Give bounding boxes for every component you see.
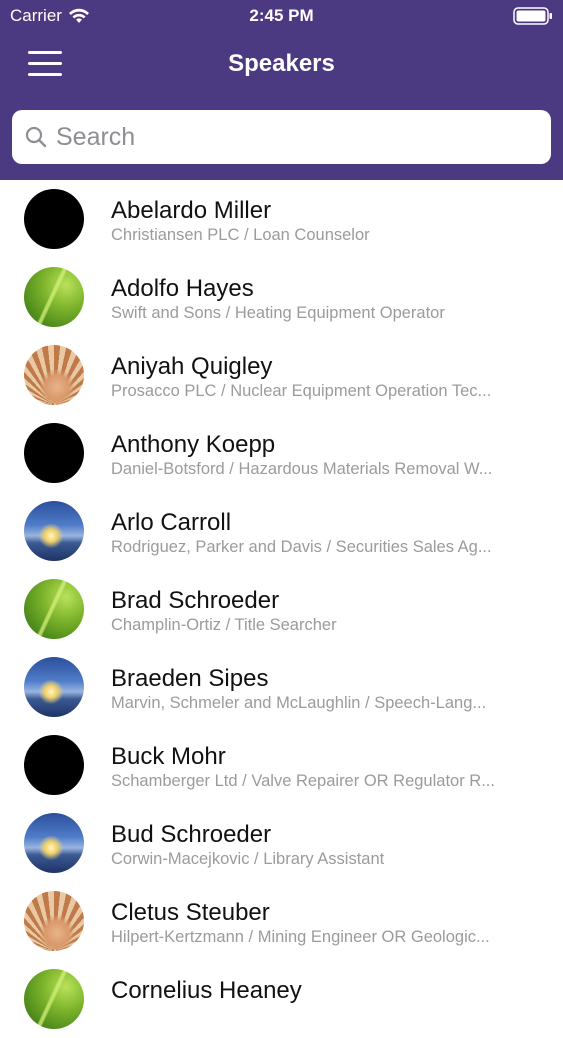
search-bar[interactable] [12,110,551,164]
speaker-company-title: Hilpert-Kertzmann / Mining Engineer OR G… [111,928,490,946]
avatar [24,891,84,951]
speaker-company-title: Daniel-Botsford / Hazardous Materials Re… [111,460,493,478]
speaker-company-title: Swift and Sons / Heating Equipment Opera… [111,304,445,322]
speaker-row[interactable]: Arlo Carroll Rodriguez, Parker and Davis … [0,492,563,570]
speaker-name: Bud Schroeder [111,821,272,848]
speaker-company-title: Champlin-Ortiz / Title Searcher [111,616,337,634]
speaker-list: Abelardo Miller Christiansen PLC / Loan C… [0,180,563,1038]
speaker-name: Braeden Sipes [111,665,269,692]
avatar [24,501,84,561]
speaker-name: Anthony Koepp [111,431,276,458]
avatar [24,657,84,717]
speaker-row[interactable]: Adolfo Hayes Swift and Sons / Heating Equ… [0,258,563,336]
speaker-row[interactable]: Bud Schroeder Corwin-Macejkovic / Library… [0,804,563,882]
speaker-name: Arlo Carroll [111,509,232,536]
speaker-company-title: Schamberger Ltd / Valve Repairer OR Regu… [111,772,495,790]
avatar [24,267,84,327]
speaker-row[interactable]: Abelardo Miller Christiansen PLC / Loan C… [0,180,563,258]
speaker-company-title: Christiansen PLC / Loan Counselor [111,226,370,244]
battery-icon [513,7,552,25]
avatar [24,189,84,249]
speaker-row[interactable]: Cornelius Heaney [0,960,563,1038]
speaker-name: Cornelius Heaney [111,977,302,1004]
speaker-name: Adolfo Hayes [111,275,254,302]
speaker-name: Cletus Steuber [111,899,270,926]
status-time: 2:45 PM [249,6,314,25]
speaker-row[interactable]: Aniyah Quigley Prosacco PLC / Nuclear Equ… [0,336,563,414]
nav-bar: Speakers [0,32,563,96]
speaker-company-title: Prosacco PLC / Nuclear Equipment Operati… [111,382,492,400]
avatar [24,345,84,405]
avatar [24,969,84,1029]
avatar [24,735,84,795]
speaker-name: Brad Schroeder [111,587,280,614]
speaker-row[interactable]: Braeden Sipes Marvin, Schmeler and McLaug… [0,648,563,726]
speaker-row[interactable]: Anthony Koepp Daniel-Botsford / Hazardous… [0,414,563,492]
status-bar: Carrier 2:45 PM [0,0,563,32]
speaker-name: Buck Mohr [111,743,226,770]
avatar [24,813,84,873]
speaker-company-title: Corwin-Macejkovic / Library Assistant [111,850,385,868]
search-icon [25,126,47,148]
speaker-row[interactable]: Buck Mohr Schamberger Ltd / Valve Repaire… [0,726,563,804]
avatar [24,423,84,483]
avatar [24,579,84,639]
speaker-company-title: Rodriguez, Parker and Davis / Securities… [111,538,492,556]
speaker-name: Abelardo Miller [111,197,272,224]
header: Carrier 2:45 PM Speakers [0,0,563,180]
page-title: Speakers [228,50,335,77]
search-input[interactable] [56,122,536,152]
speaker-row[interactable]: Brad Schroeder Champlin-Ortiz / Title Sea… [0,570,563,648]
speaker-company-title: Marvin, Schmeler and McLaughlin / Speech… [111,694,487,712]
speaker-row[interactable]: Cletus Steuber Hilpert-Kertzmann / Mining… [0,882,563,960]
speaker-name: Aniyah Quigley [111,353,273,380]
